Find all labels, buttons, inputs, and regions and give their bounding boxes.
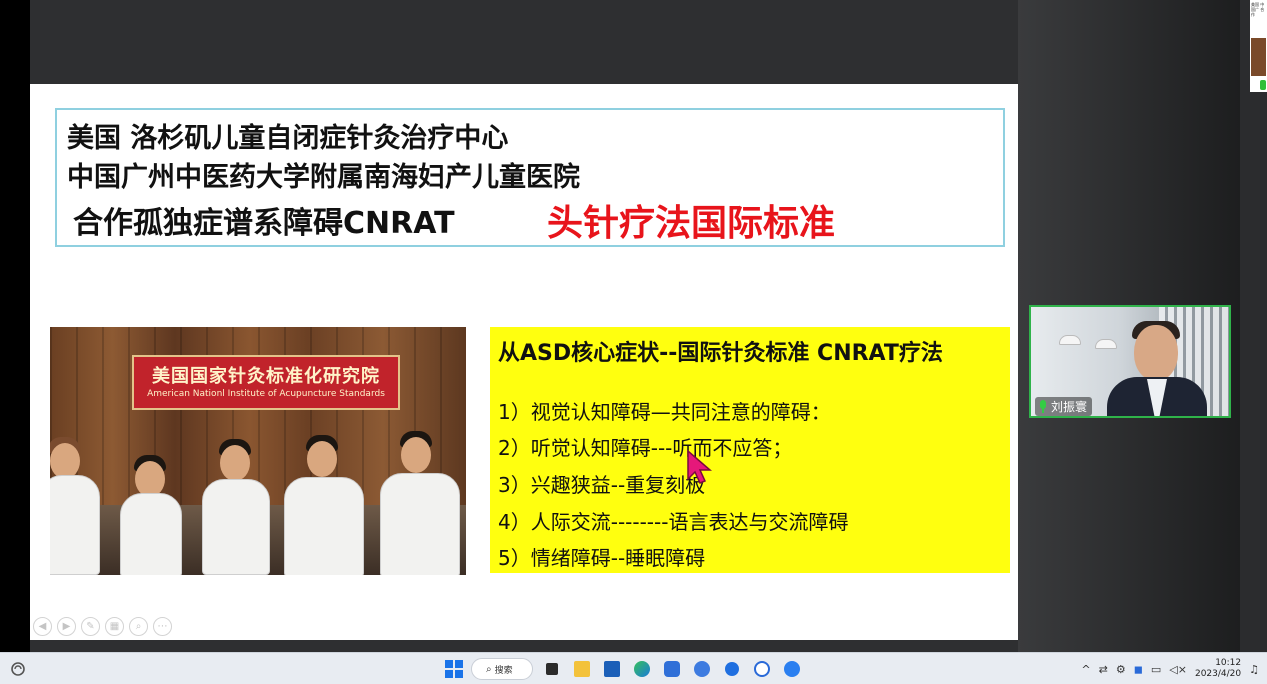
pen-icon[interactable]: ✎	[81, 617, 100, 636]
presentation-top-bar	[30, 0, 1018, 84]
screen: 美国 洛杉矶儿童自闭症针灸治疗中心 中国广州中医药大学附属南海妇产儿童医院 合作…	[0, 0, 1267, 684]
panel-item: 2）听觉认知障碍---听而不应答；	[498, 436, 793, 460]
thumbnail-strip	[1240, 0, 1267, 652]
volume-muted-icon[interactable]: ◁×	[1169, 663, 1187, 676]
slide-tool-icons: ◀ ▶ ✎ ▦ ⌕ ⋯	[33, 617, 172, 636]
search-label: 搜索	[494, 665, 513, 676]
group-photo: 美国国家针灸标准化研究院 American Nationl Institute …	[50, 327, 466, 575]
clock-date: 2023/4/20	[1194, 669, 1242, 679]
display-icon[interactable]: ▭	[1151, 663, 1161, 676]
participant-video-tile[interactable]: 刘振寰	[1029, 305, 1231, 418]
title-line-2: 中国广州中医药大学附属南海妇产儿童医院	[67, 162, 580, 193]
windows-start-icon[interactable]	[445, 660, 463, 678]
photo-banner-cn: 美国国家针灸标准化研究院	[152, 366, 380, 387]
slides-overview-icon[interactable]: ▦	[105, 617, 124, 636]
more-options-icon[interactable]: ⋯	[153, 617, 172, 636]
panel-item: 5）情绪障碍--睡眠障碍	[498, 546, 706, 570]
windows-taskbar: ⌕ 搜索 ^ ⇄ ⚙ ◼ ▭ ◁× 10:12 2023/4/20 ♫	[0, 652, 1267, 684]
thumbnail-text: 美国 中国广 合作	[1251, 2, 1265, 17]
participant-name-tag: 刘振寰	[1035, 397, 1093, 416]
file-explorer-icon[interactable]	[571, 658, 593, 680]
thumbnail-indicator	[1260, 80, 1266, 90]
zoom-icon[interactable]: ⌕	[129, 617, 148, 636]
symptom-panel: 从ASD核心症状--国际针灸标准 CNRAT疗法 1）视觉认知障碍—共同注意的障…	[490, 327, 1010, 573]
participant-name: 刘振寰	[1051, 400, 1088, 414]
panel-item: 4）人际交流--------语言表达与交流障碍	[498, 510, 849, 534]
taskbar-center: ⌕ 搜索	[445, 657, 803, 681]
system-tray: ^ ⇄ ⚙ ◼ ▭ ◁× 10:12 2023/4/20 ♫	[1081, 657, 1259, 681]
chat-app-icon[interactable]	[721, 658, 743, 680]
panel-item: 1）视觉认知障碍—共同注意的障碍：	[498, 400, 831, 424]
slide-title-box: 美国 洛杉矶儿童自闭症针灸治疗中心 中国广州中医药大学附属南海妇产儿童医院 合作…	[55, 108, 1005, 247]
presentation-slide: 美国 洛杉矶儿童自闭症针灸治疗中心 中国广州中医药大学附属南海妇产儿童医院 合作…	[30, 84, 1018, 640]
title-line-3-red: 头针疗法国际标准	[547, 203, 836, 244]
slide-thumbnail[interactable]: 美国 中国广 合作	[1250, 0, 1267, 92]
store-icon[interactable]	[601, 658, 623, 680]
title-line-3: 合作孤独症谱系障碍CNRAT	[73, 206, 455, 241]
notification-bell-icon[interactable]: ♫	[1249, 663, 1259, 676]
panel-item: 3）兴趣狭益--重复刻板	[498, 473, 706, 497]
settings-icon[interactable]: ⚙	[1116, 663, 1126, 676]
left-black-strip	[0, 0, 30, 652]
weather-icon[interactable]	[10, 661, 26, 677]
task-view-icon[interactable]	[541, 658, 563, 680]
lamp-icon	[1059, 335, 1081, 345]
taskbar-clock[interactable]: 10:12 2023/4/20	[1195, 658, 1241, 680]
prev-slide-icon[interactable]: ◀	[33, 617, 52, 636]
mouse-cursor-icon	[687, 449, 712, 484]
photos-icon[interactable]	[661, 658, 683, 680]
title-line-1: 美国 洛杉矶儿童自闭症针灸治疗中心	[67, 123, 509, 154]
search-icon: ⌕	[486, 663, 492, 675]
thumbnail-image	[1251, 38, 1266, 76]
edge-browser-icon[interactable]	[631, 658, 653, 680]
presentation-bottom-bar	[30, 640, 1018, 652]
k-app-icon[interactable]	[751, 658, 773, 680]
panel-heading: 从ASD核心症状--国际针灸标准 CNRAT疗法	[498, 341, 943, 366]
tray-app-icon[interactable]: ◼	[1134, 663, 1143, 676]
taskbar-search[interactable]: ⌕ 搜索	[471, 658, 533, 680]
photo-banner: 美国国家针灸标准化研究院 American Nationl Institute …	[132, 355, 400, 410]
next-slide-icon[interactable]: ▶	[57, 617, 76, 636]
network-icon[interactable]: ⇄	[1099, 663, 1108, 676]
chevron-up-icon[interactable]: ^	[1081, 663, 1090, 676]
participant-face	[1134, 325, 1178, 381]
lamp-icon	[1095, 339, 1117, 349]
mic-icon	[1038, 399, 1048, 414]
meeting-app-icon[interactable]	[691, 658, 713, 680]
messenger-icon[interactable]	[781, 658, 803, 680]
clock-time: 10:12	[1215, 658, 1242, 668]
photo-banner-en: American Nationl Institute of Acupunctur…	[147, 389, 385, 399]
